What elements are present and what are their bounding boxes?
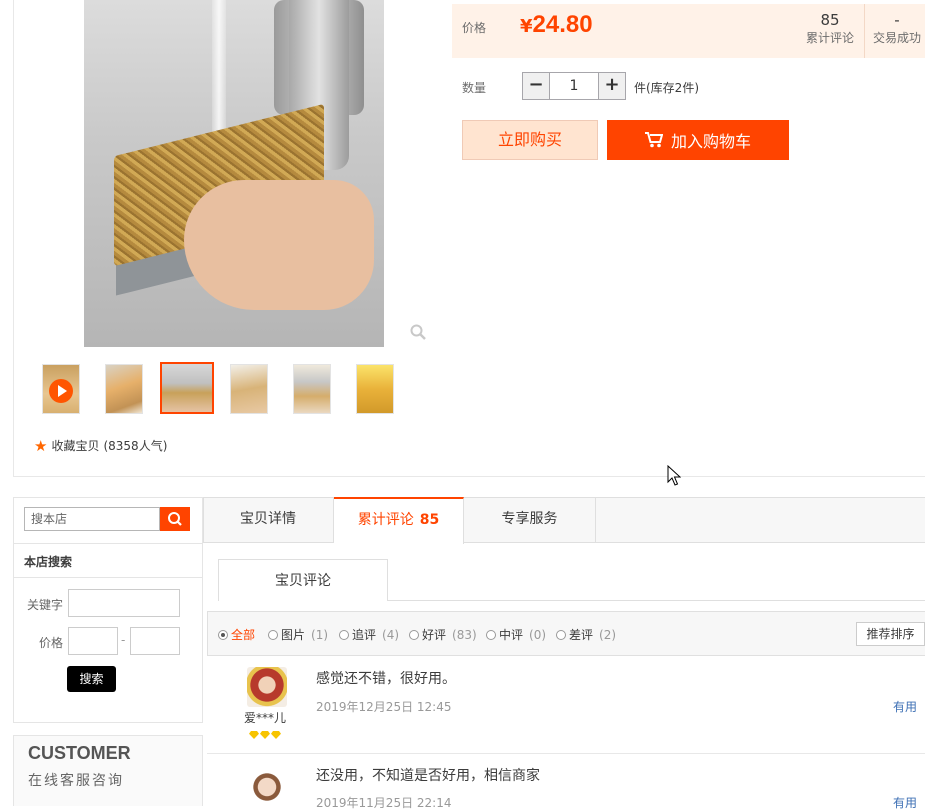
price-range-label: 价格 <box>39 636 64 650</box>
radio-icon <box>218 629 228 640</box>
filter-followup[interactable]: 追评 (4) <box>339 626 399 643</box>
star-icon: ★ <box>34 436 48 455</box>
diamond-icon <box>260 731 270 739</box>
decrease-button[interactable]: − <box>522 72 550 100</box>
subtab-divider <box>388 600 925 601</box>
search-submit-button[interactable]: 搜索 <box>67 666 116 692</box>
avatar[interactable] <box>247 667 287 707</box>
diamond-icon <box>249 731 259 739</box>
review-text: 还没用，不知道是否好用，相信商家 <box>316 768 540 784</box>
filter-negative[interactable]: 差评 (2) <box>556 626 616 643</box>
buy-now-button[interactable]: 立即购买 <box>462 120 598 160</box>
radio-icon <box>486 629 496 640</box>
stock-text: 件(库存2件) <box>634 81 699 95</box>
keyword-input[interactable] <box>68 589 180 617</box>
radio-icon <box>409 629 419 640</box>
filter-all[interactable]: 全部 <box>218 626 255 643</box>
favorite-count: (8358人气) <box>103 439 168 453</box>
avatar[interactable] <box>247 765 287 805</box>
deals-label: 交易成功 <box>872 31 921 45</box>
review-date: 2019年11月25日 22:14 <box>316 796 452 810</box>
sort-button[interactable]: 推荐排序 <box>856 622 925 646</box>
mouse-cursor-icon <box>667 465 681 486</box>
thumbnail-item-active[interactable] <box>160 362 214 414</box>
price-min-input[interactable] <box>68 627 118 655</box>
hand-shape <box>184 180 374 310</box>
cart-icon <box>644 132 663 148</box>
filter-neutral[interactable]: 中评 (0) <box>486 626 546 643</box>
thumbnail-item[interactable] <box>230 364 268 414</box>
stat-divider <box>864 4 865 58</box>
customer-title: CUSTOMER <box>28 743 131 763</box>
main-product-image[interactable] <box>84 0 384 347</box>
price-label: 价格 <box>462 21 487 35</box>
subtab-item-reviews[interactable]: 宝贝评论 <box>218 559 388 601</box>
thumbnail-item[interactable] <box>293 364 331 414</box>
deals-stat: - 交易成功 <box>868 11 925 46</box>
review-count-label: 累计评论 <box>805 31 854 45</box>
user-level-badge <box>249 731 281 739</box>
price-range-dash: - <box>121 633 126 647</box>
useful-link[interactable]: 有用 <box>893 698 917 715</box>
tab-reviews[interactable]: 累计评论 85 <box>334 497 464 544</box>
customer-subtitle: 在线客服咨询 <box>28 773 124 789</box>
filter-images[interactable]: 图片 (1) <box>268 626 328 643</box>
review-divider <box>207 753 925 754</box>
review-count: 85 <box>820 11 840 29</box>
tab-details[interactable]: 宝贝详情 <box>203 497 334 543</box>
review-text: 感觉还不错，很好用。 <box>316 671 456 687</box>
search-icon <box>168 512 182 526</box>
deals-count: - <box>894 11 900 29</box>
diamond-icon <box>271 731 281 739</box>
shop-search-title: 本店搜索 <box>24 555 73 569</box>
useful-link[interactable]: 有用 <box>893 794 917 811</box>
thumbnail-video[interactable] <box>42 364 80 414</box>
radio-icon <box>268 629 278 640</box>
radio-icon <box>339 629 349 640</box>
shop-search-input[interactable]: 搜本店 <box>24 507 160 531</box>
review-stat[interactable]: 85 累计评论 <box>800 11 860 46</box>
price-value: ¥24.80 <box>520 11 593 38</box>
play-icon <box>49 379 73 403</box>
favorite-link[interactable]: ★ 收藏宝贝 (8358人气) <box>34 437 167 454</box>
filter-positive[interactable]: 好评 (83) <box>409 626 477 643</box>
tab-review-count: 85 <box>419 512 440 528</box>
thumbnail-item[interactable] <box>105 364 143 414</box>
magnifier-icon[interactable] <box>410 324 426 340</box>
divider <box>13 577 203 578</box>
add-to-cart-button[interactable]: 加入购物车 <box>607 120 789 160</box>
add-to-cart-label: 加入购物车 <box>670 132 751 151</box>
quantity-stepper: − 1 + <box>522 72 626 100</box>
keyword-label: 关键字 <box>27 598 64 612</box>
price-max-input[interactable] <box>130 627 180 655</box>
quantity-input[interactable]: 1 <box>550 72 598 100</box>
radio-icon <box>556 629 566 640</box>
shop-search-button[interactable] <box>160 507 190 531</box>
review-username: 爱***儿 <box>244 711 287 725</box>
tab-services[interactable]: 专享服务 <box>464 497 596 543</box>
favorite-label: 收藏宝贝 <box>51 439 100 453</box>
review-date: 2019年12月25日 12:45 <box>316 700 452 714</box>
thumbnail-item[interactable] <box>356 364 394 414</box>
quantity-label: 数量 <box>462 81 487 95</box>
increase-button[interactable]: + <box>598 72 626 100</box>
